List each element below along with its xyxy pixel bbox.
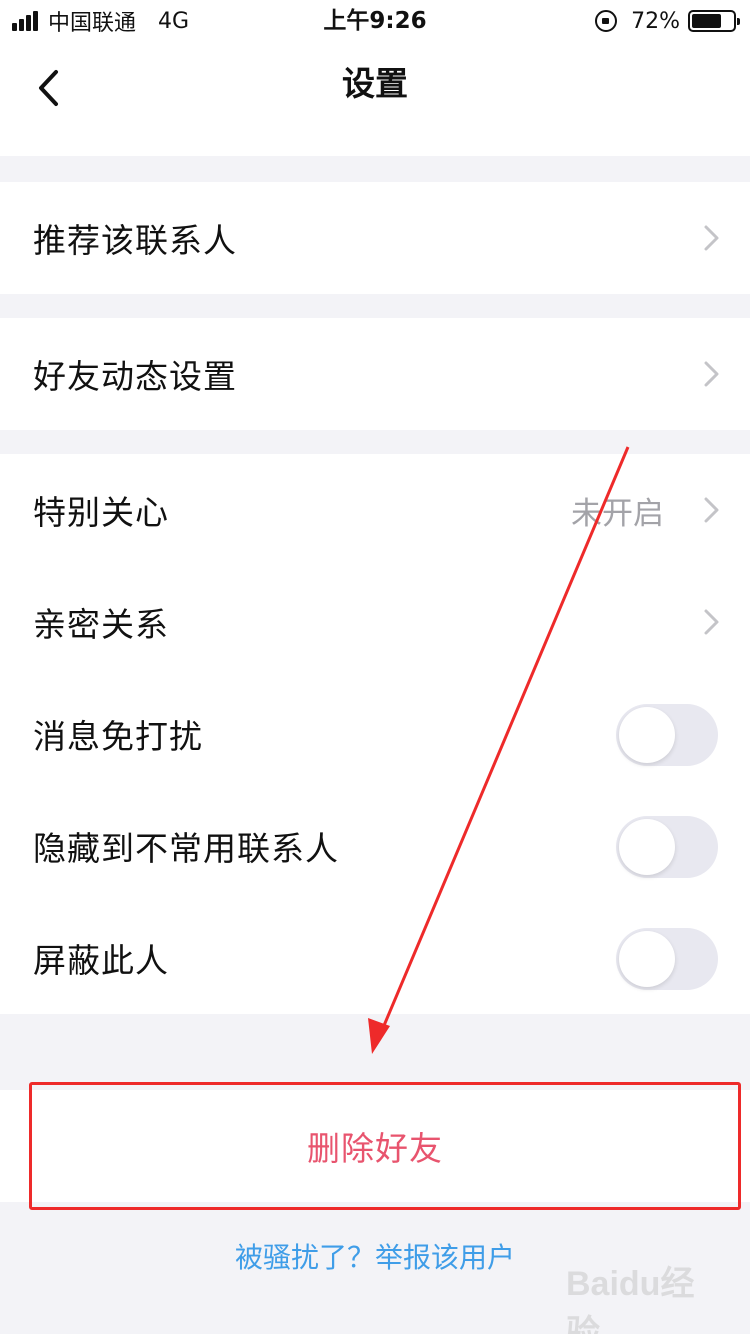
- mute-row: 消息免打扰: [0, 678, 750, 790]
- section-recommend: 推荐该联系人: [0, 182, 750, 294]
- special-care-row[interactable]: 特别关心 未开启: [0, 454, 750, 566]
- chevron-right-icon: [704, 225, 719, 251]
- hide-contact-toggle[interactable]: [616, 816, 718, 878]
- row-label: 屏蔽此人: [33, 941, 169, 980]
- status-bar: 中国联通 4G 上午9:26 72%: [0, 0, 750, 42]
- hide-contact-row: 隐藏到不常用联系人: [0, 790, 750, 902]
- row-label: 好友动态设置: [33, 357, 237, 396]
- battery-icon: [688, 10, 740, 32]
- chevron-right-icon: [704, 609, 719, 635]
- baidu-watermark-logo: Baidu经验 jingyan.baidu.com: [566, 1265, 695, 1334]
- intimacy-row[interactable]: 亲密关系: [0, 566, 750, 678]
- delete-friend-button[interactable]: 删除好友: [0, 1090, 750, 1202]
- battery-percent: 72%: [631, 8, 680, 34]
- row-label: 消息免打扰: [33, 717, 203, 756]
- friend-moments-settings-row[interactable]: 好友动态设置: [0, 318, 750, 430]
- section-relations: 特别关心 未开启 亲密关系 消息免打扰 隐藏到不常用联系人 屏蔽此人: [0, 454, 750, 1014]
- block-user-toggle[interactable]: [616, 928, 718, 990]
- row-label: 隐藏到不常用联系人: [33, 829, 339, 868]
- chevron-right-icon: [704, 497, 719, 523]
- mute-toggle[interactable]: [616, 704, 718, 766]
- row-label: 特别关心: [33, 493, 169, 532]
- status-right: 72%: [595, 0, 740, 42]
- special-care-status: 未开启: [571, 495, 664, 532]
- nav-bar: 设置: [0, 42, 750, 156]
- orientation-lock-icon: [595, 10, 618, 32]
- block-user-row: 屏蔽此人: [0, 902, 750, 1014]
- delete-section: 删除好友: [0, 1090, 750, 1202]
- recommend-contact-row[interactable]: 推荐该联系人: [0, 182, 750, 294]
- section-moments: 好友动态设置: [0, 318, 750, 430]
- chevron-right-icon: [704, 361, 719, 387]
- page-title: 设置: [342, 64, 408, 103]
- row-label: 推荐该联系人: [33, 221, 237, 260]
- row-label: 亲密关系: [33, 605, 169, 644]
